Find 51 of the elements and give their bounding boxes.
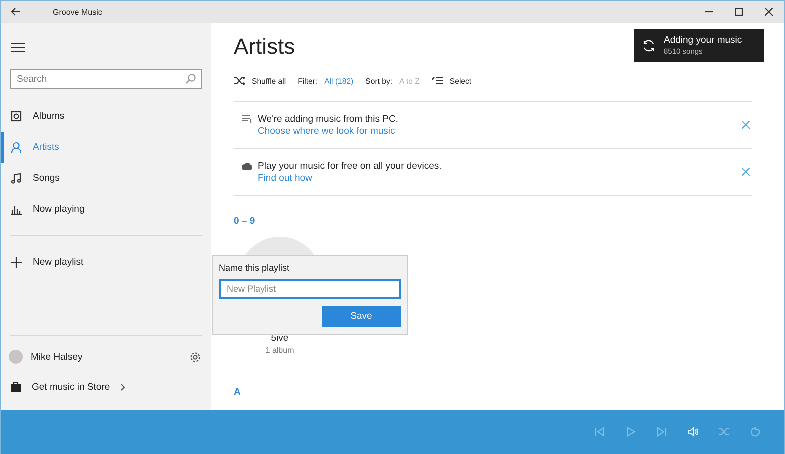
close-icon (742, 121, 750, 129)
nav-item[interactable]: Songs (1, 163, 211, 194)
album-icon (11, 111, 22, 122)
shuffle-icon (718, 427, 728, 437)
list-icon (242, 115, 252, 123)
menu-icon (11, 43, 25, 53)
equalizer-icon (11, 204, 22, 215)
banner-text: Play your music for free on all your devices. (258, 160, 442, 172)
new-playlist-button[interactable]: New playlist (1, 247, 211, 278)
settings-button[interactable] (190, 352, 201, 362)
play-icon (626, 427, 636, 437)
search-field[interactable]: Search (10, 69, 202, 89)
shuffle-icon (234, 77, 245, 85)
maximize-icon (735, 8, 743, 16)
back-arrow-icon (11, 8, 21, 16)
menu-button[interactable] (11, 41, 25, 51)
close-icon (742, 168, 750, 176)
music-note-icon (11, 173, 22, 184)
page-title: Artists (234, 33, 296, 61)
banner-link[interactable]: Choose where we look for music (258, 126, 396, 136)
account-name[interactable]: Mike Halsey (31, 352, 182, 362)
sync-icon (643, 40, 655, 52)
search-icon (186, 74, 196, 84)
speaker-icon (688, 427, 698, 437)
settings-icon (190, 352, 201, 362)
checklist-icon (432, 77, 443, 85)
toast-title: Adding your music (664, 35, 742, 46)
person-icon (11, 142, 22, 153)
dialog-title: Name this playlist (219, 263, 291, 273)
banner-link[interactable]: Find out how (258, 172, 312, 184)
artist-detail: 1 album (266, 346, 294, 355)
save-button[interactable]: Save (322, 306, 401, 327)
store-link[interactable]: Get music in Store (1, 372, 211, 402)
dismiss-button[interactable] (742, 121, 750, 129)
section-heading: A (234, 387, 242, 400)
next-icon (656, 427, 666, 437)
section-heading: 0 – 9 (234, 216, 256, 229)
chevron-right-icon (121, 384, 126, 390)
plus-icon (11, 257, 22, 268)
avatar[interactable] (9, 350, 23, 364)
nav-item[interactable]: Now playing (1, 194, 211, 225)
window-title: Groove Music (53, 8, 102, 16)
repeat-icon (750, 427, 760, 437)
banner-text: We're adding music from this PC. (258, 114, 398, 124)
shopping-bag-icon (11, 382, 21, 392)
cloud-icon (242, 162, 252, 170)
previous-icon (594, 427, 604, 437)
playlist-name-field[interactable]: New Playlist (219, 279, 401, 299)
close-icon (765, 8, 773, 16)
dismiss-button[interactable] (742, 168, 750, 176)
nav-item[interactable]: Albums (1, 101, 211, 132)
